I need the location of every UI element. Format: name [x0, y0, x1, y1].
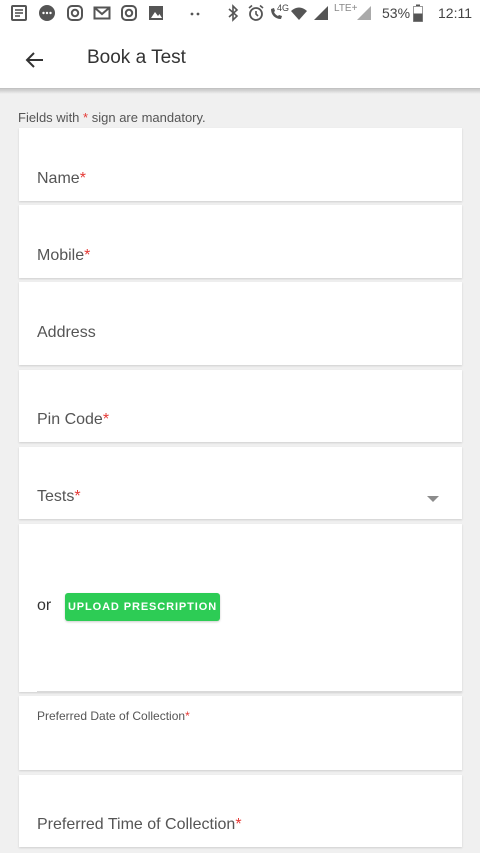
gmail-icon	[93, 6, 111, 20]
prescription-section: or UPLOAD PRESCRIPTION	[19, 524, 462, 692]
network-type-label: LTE+	[334, 3, 358, 14]
bluetooth-icon	[228, 4, 239, 22]
call-network-label: 4G	[277, 3, 290, 13]
mandatory-note-prefix: Fields with	[18, 110, 80, 125]
address-field[interactable]: Address	[19, 282, 462, 365]
dropdown-arrow-icon[interactable]	[427, 496, 439, 502]
mandatory-note-suffix: sign are mandatory.	[91, 110, 206, 125]
pin-code-label-text: Pin Code	[37, 411, 103, 428]
tests-select[interactable]: Tests*	[19, 447, 462, 519]
required-mark: *	[185, 709, 190, 723]
preferred-date-field[interactable]: Preferred Date of Collection*	[19, 696, 462, 770]
required-mark: *	[79, 170, 86, 187]
preferred-time-field[interactable]: Preferred Time of Collection*	[19, 775, 462, 847]
message-icon	[39, 5, 55, 21]
prescription-underline	[37, 691, 462, 692]
mandatory-note: Fields with * sign are mandatory.	[18, 110, 206, 125]
pin-code-field[interactable]: Pin Code*	[19, 370, 462, 442]
pin-code-label: Pin Code*	[37, 411, 109, 429]
preferred-date-label-text: Preferred Date of Collection	[37, 709, 186, 723]
mobile-label: Mobile*	[37, 247, 90, 265]
wifi-icon	[291, 7, 307, 20]
mandatory-star: *	[83, 110, 89, 125]
name-label-text: Name	[37, 170, 80, 187]
tests-label-text: Tests	[37, 488, 75, 505]
mobile-field[interactable]: Mobile*	[19, 205, 462, 278]
more-dots-icon	[190, 12, 200, 16]
arrow-left-icon[interactable]	[24, 49, 46, 71]
required-mark: *	[74, 488, 81, 505]
instagram-icon	[121, 5, 137, 21]
page-title: Book a Test	[87, 47, 186, 68]
clock: 12:11	[438, 5, 472, 21]
tests-label: Tests*	[37, 488, 81, 506]
mobile-label-text: Mobile	[37, 247, 85, 264]
app-bar-shadow	[0, 88, 480, 94]
battery-icon	[413, 4, 423, 22]
preferred-date-label: Preferred Date of Collection*	[37, 709, 190, 723]
preferred-time-label-text: Preferred Time of Collection	[37, 816, 236, 833]
preferred-time-label: Preferred Time of Collection*	[37, 816, 242, 834]
lte-signal-icon	[357, 6, 371, 20]
instagram-icon	[67, 5, 83, 21]
required-mark: *	[235, 816, 242, 833]
name-label: Name*	[37, 170, 86, 188]
or-label: or	[37, 597, 52, 614]
notes-icon	[11, 5, 27, 21]
alarm-icon	[248, 4, 264, 21]
battery-percentage: 53%	[382, 5, 411, 21]
app-bar	[0, 28, 480, 90]
signal-icon	[314, 6, 328, 20]
image-icon	[149, 6, 163, 20]
upload-prescription-button[interactable]: UPLOAD PRESCRIPTION	[65, 593, 220, 621]
required-mark: *	[84, 247, 91, 264]
required-mark: *	[102, 411, 110, 428]
status-bar: 4G LTE+ 53% 12:11	[0, 0, 480, 28]
name-field[interactable]: Name*	[19, 128, 462, 201]
address-label: Address	[37, 324, 96, 341]
